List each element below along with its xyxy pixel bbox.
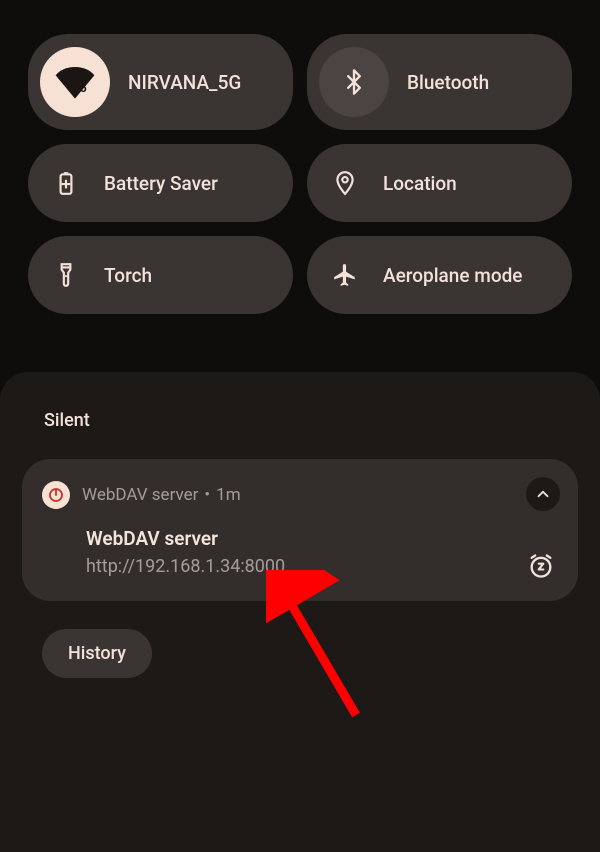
chevron-up-icon [534, 485, 552, 503]
location-label: Location [383, 172, 457, 195]
wifi-label: NIRVANA_5G [128, 71, 241, 94]
notification-meta-separator: • [204, 485, 210, 505]
notification-section-label: Silent [44, 410, 578, 431]
battery-saver-label: Battery Saver [104, 172, 218, 195]
svg-text:5: 5 [80, 81, 87, 95]
notification-time: 1m [216, 485, 240, 505]
flashlight-icon [46, 255, 86, 295]
torch-label: Torch [104, 264, 152, 287]
location-icon [325, 163, 365, 203]
bluetooth-label: Bluetooth [407, 71, 489, 94]
location-tile[interactable]: Location [307, 144, 572, 222]
torch-tile[interactable]: Torch [28, 236, 293, 314]
notification-card[interactable]: WebDAV server • 1m WebDAV server http://… [22, 459, 578, 601]
snooze-button[interactable] [526, 551, 556, 581]
history-button[interactable]: History [42, 629, 152, 678]
airplane-icon [325, 255, 365, 295]
wifi-tile[interactable]: 5 NIRVANA_5G [28, 34, 293, 130]
notification-app-name: WebDAV server [82, 485, 198, 505]
notification-text: http://192.168.1.34:8000 [86, 556, 558, 577]
notification-header: WebDAV server • 1m [42, 481, 558, 509]
bluetooth-icon [319, 47, 389, 117]
wifi-icon: 5 [40, 47, 110, 117]
power-icon [42, 481, 70, 509]
airplane-mode-tile[interactable]: Aeroplane mode [307, 236, 572, 314]
battery-icon [46, 163, 86, 203]
battery-saver-tile[interactable]: Battery Saver [28, 144, 293, 222]
notification-title: WebDAV server [86, 527, 558, 550]
collapse-button[interactable] [526, 477, 560, 511]
alarm-snooze-icon [527, 552, 555, 580]
notification-panel: Silent WebDAV server • 1m WebDAV server … [0, 372, 600, 852]
airplane-mode-label: Aeroplane mode [383, 264, 523, 287]
bluetooth-tile[interactable]: Bluetooth [307, 34, 572, 130]
quick-settings-grid: 5 NIRVANA_5G Bluetooth Battery Saver Loc… [0, 0, 600, 342]
history-label: History [68, 643, 126, 664]
notification-body: WebDAV server http://192.168.1.34:8000 [42, 527, 558, 577]
